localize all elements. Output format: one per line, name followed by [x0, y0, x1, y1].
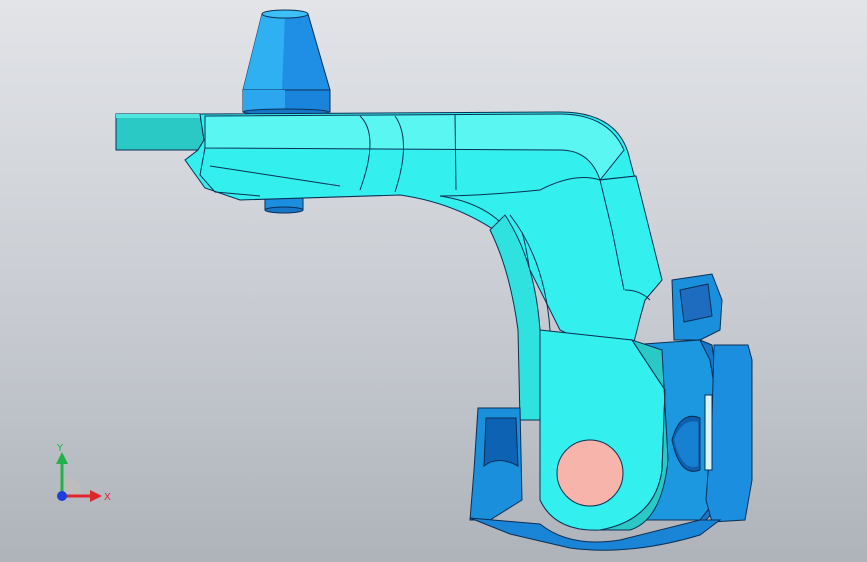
- x-axis-arrow: [90, 490, 102, 502]
- rear-lug-upper[interactable]: [671, 273, 723, 341]
- graphics-viewport[interactable]: Y X: [0, 0, 867, 562]
- tapered-pin[interactable]: [242, 9, 331, 116]
- reference-triad: Y X: [56, 443, 111, 503]
- part-model[interactable]: [0, 0, 867, 562]
- x-axis-label: X: [104, 492, 111, 503]
- y-axis-label: Y: [56, 443, 64, 454]
- z-axis-dot: [57, 491, 67, 501]
- pivot-pin-face[interactable]: [556, 439, 624, 507]
